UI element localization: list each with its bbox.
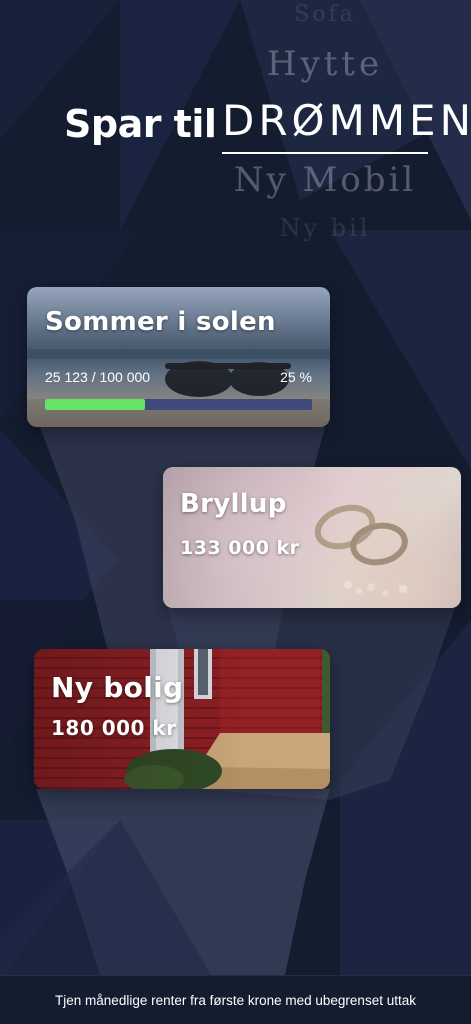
dream-word-sofa: Sofa <box>294 2 356 27</box>
goal-amount: 133 000 kr <box>180 537 300 559</box>
progress-bar <box>45 399 312 410</box>
goal-amount: 180 000 kr <box>51 716 177 740</box>
goal-card-sommer[interactable]: Sommer i solen 25 123 / 100 000 25 % <box>27 287 330 427</box>
saved-amount: 25 123 / 100 000 <box>45 369 151 385</box>
goal-card-bolig[interactable]: Ny bolig 180 000 kr <box>34 649 330 789</box>
progress-bar-fill <box>45 399 146 410</box>
goal-title: Bryllup <box>180 489 287 519</box>
footer-text: Tjen månedlige renter fra første krone m… <box>55 992 416 1008</box>
dream-word-bil: Ny bil <box>279 214 371 242</box>
dream-word-mobil: Ny Mobil <box>233 160 417 200</box>
dream-word-main: DRØMMEN <box>222 96 471 145</box>
progress-percent: 25 % <box>280 369 312 385</box>
dream-word-underline <box>222 152 428 154</box>
footer-banner: Tjen månedlige renter fra første krone m… <box>0 975 471 1024</box>
goal-title: Sommer i solen <box>45 307 276 337</box>
goal-card-bryllup[interactable]: Bryllup 133 000 kr <box>163 467 461 608</box>
goal-title: Ny bolig <box>51 671 184 704</box>
header-prefix: Spar til <box>64 102 217 146</box>
dream-word-hytte: Hytte <box>266 44 384 84</box>
